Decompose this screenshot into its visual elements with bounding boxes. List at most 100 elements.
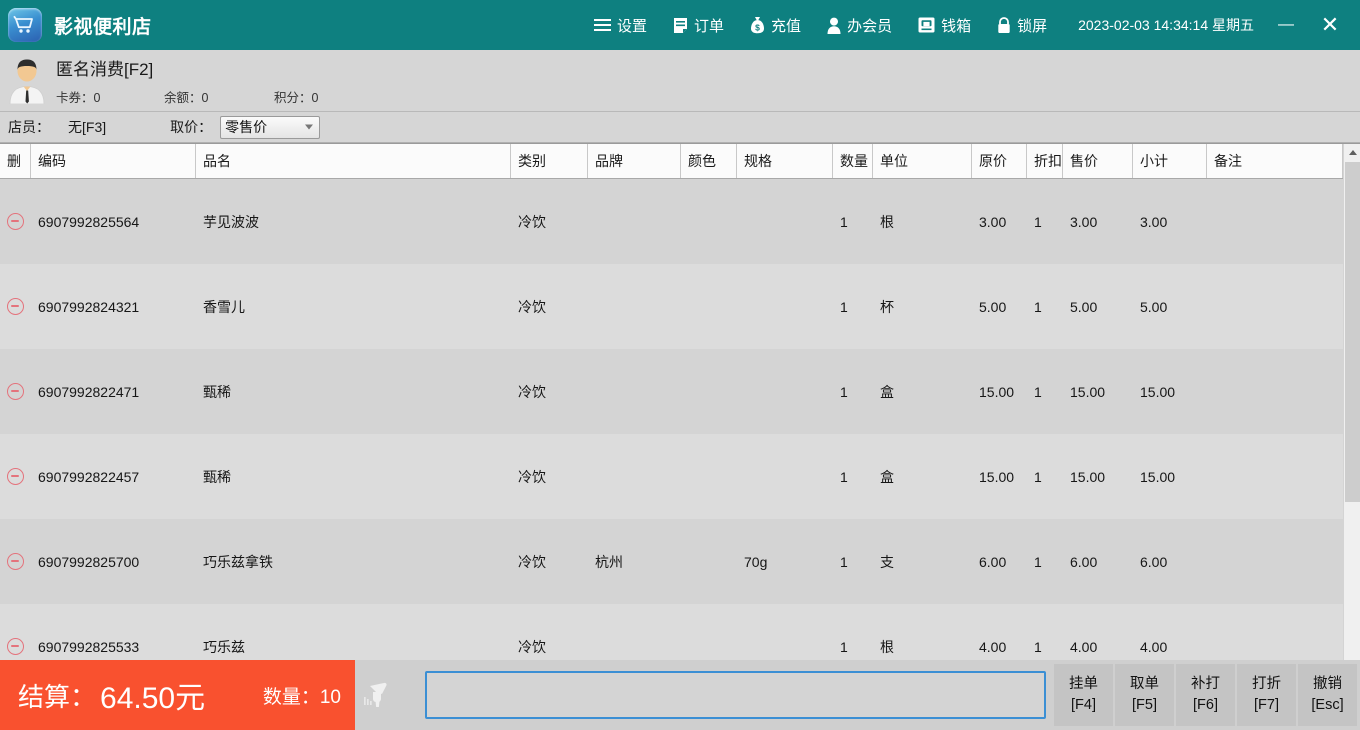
table-row[interactable]: 6907992822471 甄稀 冷饮 1 盒 15.00 1 15.00 15.00: [0, 349, 1343, 434]
cell-color: [681, 264, 737, 349]
grid-header-brand[interactable]: 品牌: [588, 144, 681, 178]
cell-remark: [1207, 264, 1343, 349]
table-row[interactable]: 6907992824321 香雪儿 冷饮 1 杯 5.00 1 5.00 5.00: [0, 264, 1343, 349]
cell-spec: [737, 604, 833, 660]
function-button-key: [F5]: [1132, 697, 1157, 713]
grid-header-code[interactable]: 编码: [31, 144, 196, 178]
cell-code: 6907992824321: [38, 298, 140, 315]
scrollbar-thumb[interactable]: [1345, 162, 1360, 502]
cell-del[interactable]: [0, 434, 31, 519]
scroll-up-button[interactable]: [1344, 144, 1360, 161]
scan-input[interactable]: [425, 671, 1046, 719]
menu-item-lockscreen[interactable]: 锁屏: [984, 9, 1060, 42]
grid-header-remark[interactable]: 备注: [1207, 144, 1343, 178]
cell-brand: [588, 434, 681, 519]
menu-item-settings[interactable]: 设置: [581, 9, 660, 42]
menu-item-member[interactable]: 办会员: [814, 9, 905, 42]
grid-header-price[interactable]: 售价: [1063, 144, 1133, 178]
grid-header-del[interactable]: 删: [0, 144, 31, 178]
function-button-key: [F4]: [1071, 697, 1096, 713]
delete-row-icon[interactable]: [7, 213, 24, 230]
customer-info: 匿名消费[F2] 卡券：0 余额：0 积分：0: [56, 55, 318, 106]
hamburger-menu-icon: [594, 18, 612, 32]
cell-code: 6907992822457: [38, 468, 140, 485]
menu-item-cashbox[interactable]: 钱箱: [905, 9, 984, 42]
vertical-scrollbar[interactable]: [1343, 144, 1360, 660]
cell-remark: [1207, 179, 1343, 264]
cell-del[interactable]: [0, 349, 31, 434]
menu-item-orders[interactable]: 订单: [660, 9, 737, 42]
cell-del[interactable]: [0, 264, 31, 349]
cell-del[interactable]: [0, 179, 31, 264]
cell-remark: [1207, 519, 1343, 604]
cell-discount: 1: [1034, 298, 1042, 315]
clerk-label: 店员：: [8, 119, 50, 135]
function-button-label: 撤销: [1313, 675, 1342, 692]
clerk-value[interactable]: 无[F3]: [68, 117, 106, 137]
function-button-esc[interactable]: 撤销 [Esc]: [1298, 664, 1357, 726]
grid-header-row: 删编码 品名 类别 品牌 颜色 规格 数量 单位 原价 折扣 售价 小计 备注: [0, 144, 1343, 179]
cell-del[interactable]: [0, 604, 31, 660]
cell-name: 巧乐兹: [203, 638, 245, 655]
cell-name: 甄稀: [203, 468, 231, 485]
cell-name: 香雪儿: [203, 298, 245, 315]
function-button-f6[interactable]: 补打 [F6]: [1176, 664, 1235, 726]
cell-subtotal: 4.00: [1140, 638, 1168, 655]
cell-discount: 1: [1034, 638, 1042, 655]
delete-row-icon[interactable]: [7, 468, 24, 485]
cell-oldprice: 15.00: [979, 383, 1015, 400]
cell-oldprice: 6.00: [979, 553, 1007, 570]
cell-remark: [1207, 434, 1343, 519]
cell-category: 冷饮: [518, 553, 546, 570]
cell-price: 6.00: [1070, 553, 1098, 570]
delete-row-icon[interactable]: [7, 298, 24, 315]
table-row[interactable]: 6907992825533 巧乐兹 冷饮 1 根 4.00 1 4.00 4.00: [0, 604, 1343, 660]
grid-header-unit[interactable]: 单位: [873, 144, 972, 178]
order-list-icon: [673, 17, 688, 34]
delete-row-icon[interactable]: [7, 638, 24, 655]
cell-subtotal: 5.00: [1140, 298, 1168, 315]
cell-category: 冷饮: [518, 298, 546, 315]
items-grid: 删编码 品名 类别 品牌 颜色 规格 数量 单位 原价 折扣 售价 小计 备注 690799282556…: [0, 143, 1360, 660]
grid-header-category[interactable]: 类别: [511, 144, 588, 178]
close-button[interactable]: ✕: [1308, 5, 1352, 45]
function-button-f5[interactable]: 取单 [F5]: [1115, 664, 1174, 726]
table-row[interactable]: 6907992825564 芋见波波 冷饮 1 根 3.00 1 3.00 3.00: [0, 179, 1343, 264]
price-mode-select[interactable]: 零售价: [220, 115, 321, 139]
cell-qty: 1: [840, 638, 848, 655]
cell-unit: 根: [880, 213, 894, 230]
total-panel: 结算： 64.50元 数量：10: [0, 660, 355, 730]
cell-qty: 1: [840, 213, 848, 230]
menu-item-recharge[interactable]: $ 充值: [737, 9, 814, 42]
cell-qty: 1: [840, 383, 848, 400]
total-quantity: 数量：10: [262, 686, 341, 708]
cell-price: 15.00: [1070, 383, 1106, 400]
table-row[interactable]: 6907992825700 巧乐兹拿铁 冷饮 杭州 70g 1 支 6.00 1 6.00 6.00: [0, 519, 1343, 604]
grid-header-spec[interactable]: 规格: [737, 144, 833, 178]
total-amount: 64.50元: [100, 682, 206, 715]
function-button-f7[interactable]: 打折 [F7]: [1237, 664, 1296, 726]
table-row[interactable]: 6907992822457 甄稀 冷饮 1 盒 15.00 1 15.00 15.00: [0, 434, 1343, 519]
grid-header-discount[interactable]: 折扣: [1027, 144, 1063, 178]
grid-header-oldprice[interactable]: 原价: [972, 144, 1027, 178]
function-button-f4[interactable]: 挂单 [F4]: [1054, 664, 1113, 726]
cell-unit: 支: [880, 553, 894, 570]
cell-spec: 70g: [744, 553, 768, 570]
delete-row-icon[interactable]: [7, 553, 24, 570]
points-count: 积分：0: [274, 91, 319, 105]
person-icon: [827, 17, 841, 34]
customer-name: 匿名消费[F2]: [56, 60, 154, 79]
cell-price: 5.00: [1070, 298, 1098, 315]
cell-brand: [588, 179, 681, 264]
shopping-cart-icon: [8, 8, 42, 42]
cell-del[interactable]: [0, 519, 31, 604]
grid-header-color[interactable]: 颜色: [681, 144, 737, 178]
grid-header-name[interactable]: 品名: [196, 144, 511, 178]
grid-header-subtotal[interactable]: 小计: [1133, 144, 1207, 178]
minimize-button[interactable]: —: [1264, 5, 1308, 45]
cell-unit: 盒: [880, 383, 894, 400]
cell-unit: 根: [880, 638, 894, 655]
cell-category: 冷饮: [518, 213, 546, 230]
delete-row-icon[interactable]: [7, 383, 24, 400]
grid-header-qty[interactable]: 数量: [833, 144, 873, 178]
